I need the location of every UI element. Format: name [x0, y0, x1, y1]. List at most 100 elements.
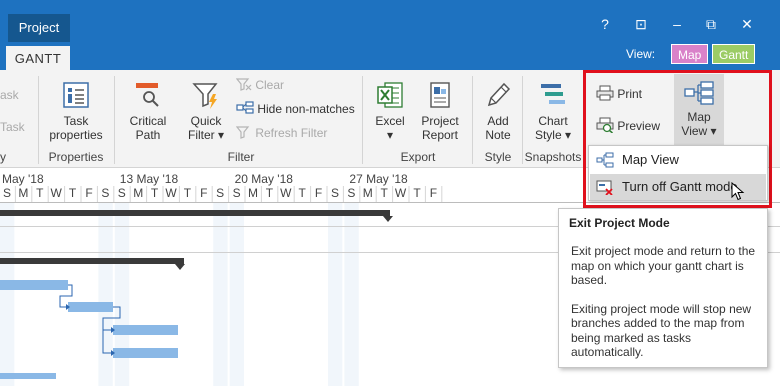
task-properties-button[interactable]: Task properties: [44, 80, 108, 142]
ribbon-display-icon[interactable]: ⊡: [630, 14, 652, 34]
excel-icon: [377, 82, 403, 108]
partial-task-button-2[interactable]: Task: [0, 120, 28, 134]
day-label: S: [101, 186, 110, 200]
close-button[interactable]: ✕: [736, 14, 758, 34]
task-bar: [113, 325, 178, 335]
add-note-label-2: Note: [485, 128, 511, 142]
view-map-button[interactable]: Map: [671, 44, 709, 64]
task-bar: [68, 302, 113, 312]
group-separator: [362, 76, 363, 164]
group-separator: [38, 76, 39, 164]
weekend-column: [114, 202, 130, 386]
group-separator: [522, 76, 523, 164]
week-label: 13 May '18: [119, 172, 179, 186]
summary-bar-end: [175, 264, 185, 270]
task-bar: [113, 348, 178, 358]
project-report-button[interactable]: Project Report: [416, 80, 464, 142]
day-label: T: [413, 186, 421, 200]
chart-style-button[interactable]: Chart Style ▾: [528, 80, 578, 142]
maximize-button[interactable]: ⧉: [700, 14, 722, 34]
critical-path-icon: [136, 83, 159, 107]
weekend-column: [98, 202, 113, 386]
summary-bar-end: [383, 216, 393, 222]
partial-label-1: ask: [0, 88, 19, 102]
weekend-column: [229, 202, 244, 386]
add-note-button[interactable]: Add Note: [478, 80, 518, 142]
project-report-label-2: Report: [421, 128, 459, 142]
quick-filter-label-1: Quick: [190, 114, 222, 128]
task-properties-label-2: properties: [49, 128, 103, 142]
partial-group-label: y: [0, 150, 6, 164]
day-label: S: [330, 186, 339, 200]
refresh-filter-button[interactable]: Refresh Filter: [235, 124, 327, 142]
weekend-column: [328, 202, 343, 386]
day-label: M: [133, 186, 144, 200]
project-report-icon: [430, 82, 450, 108]
map-view-dropdown: Map View Turn off Gantt mode: [588, 145, 768, 201]
summary-bar: [0, 210, 390, 216]
summary-bar: [0, 258, 184, 264]
group-separator: [114, 76, 115, 164]
excel-label-2: ▾: [386, 128, 394, 142]
day-label: W: [165, 186, 177, 200]
day-label: T: [68, 186, 77, 200]
export-group-label: Export: [400, 150, 436, 164]
day-label: W: [394, 186, 407, 200]
day-label: T: [298, 186, 306, 200]
tooltip-title: Exit Project Mode: [569, 216, 670, 230]
tooltip-paragraph-1: Exit project mode and return to the map …: [571, 244, 756, 287]
clear-filter-icon: [235, 78, 252, 91]
clear-filter-label: Clear: [255, 78, 285, 92]
minimize-button[interactable]: –: [666, 14, 688, 34]
style-group-label: Style: [484, 150, 512, 164]
task-properties-label-1: Task: [63, 114, 89, 128]
project-report-label-1: Project: [421, 114, 459, 128]
weekend-column: [213, 202, 228, 386]
tab-gantt[interactable]: GANTT: [6, 46, 70, 70]
chart-style-icon: [541, 84, 565, 104]
critical-path-button[interactable]: Critical Path: [124, 80, 172, 142]
task-bar: [0, 373, 56, 379]
weekend-column: [0, 202, 15, 386]
pencil-icon: [487, 82, 511, 107]
exit-project-mode-tooltip: Exit Project Mode Exit project mode and …: [558, 208, 768, 368]
day-label: T: [36, 186, 44, 200]
quick-filter-button[interactable]: Quick Filter ▾: [184, 80, 228, 142]
excel-export-button[interactable]: Excel ▾: [370, 80, 410, 142]
partial-task-button[interactable]: ask: [0, 88, 19, 102]
hide-non-matches-button[interactable]: Hide non-matches: [236, 100, 355, 118]
group-separator: [472, 76, 473, 164]
day-label: W: [280, 186, 292, 200]
help-button[interactable]: ?: [594, 14, 616, 34]
day-label: T: [183, 186, 192, 200]
view-gantt-button[interactable]: Gantt: [712, 44, 756, 64]
menu-item-turn-off-gantt-label: Turn off Gantt mode: [622, 179, 738, 194]
snapshots-group-label: Snapshots: [524, 150, 582, 164]
day-label: T: [380, 186, 388, 200]
day-label: S: [117, 186, 126, 200]
title-bar: Project GANTT ? ⊡ – ⧉ ✕ View: Map Gantt: [0, 0, 780, 70]
project-tab[interactable]: Project: [8, 14, 70, 42]
day-label: M: [18, 186, 29, 200]
map-view-menu-icon: [596, 152, 614, 168]
day-label: M: [362, 186, 373, 200]
day-label: S: [2, 186, 11, 200]
hide-non-matches-icon: [236, 101, 254, 114]
turn-off-gantt-icon: [596, 180, 613, 195]
clear-filter-button[interactable]: Clear: [235, 76, 285, 94]
chart-style-label-1: Chart: [538, 114, 568, 128]
week-label: 6 May '18: [0, 172, 44, 186]
partial-label-2: Task: [0, 120, 25, 134]
critical-path-label-2: Path: [135, 128, 161, 142]
task-bar: [0, 280, 68, 290]
menu-item-map-view-label: Map View: [622, 152, 679, 167]
filter-group-label: Filter: [227, 150, 255, 164]
critical-path-label-1: Critical: [129, 114, 167, 128]
week-label: 20 May '18: [234, 172, 293, 186]
tooltip-paragraph-2: Exiting project mode will stop new branc…: [571, 301, 752, 360]
day-label: T: [150, 186, 159, 200]
day-label: W: [50, 186, 62, 200]
quick-filter-label-2: Filter ▾: [187, 128, 225, 142]
task-properties-icon: [63, 82, 89, 108]
menu-item-map-view[interactable]: Map View: [590, 147, 766, 173]
